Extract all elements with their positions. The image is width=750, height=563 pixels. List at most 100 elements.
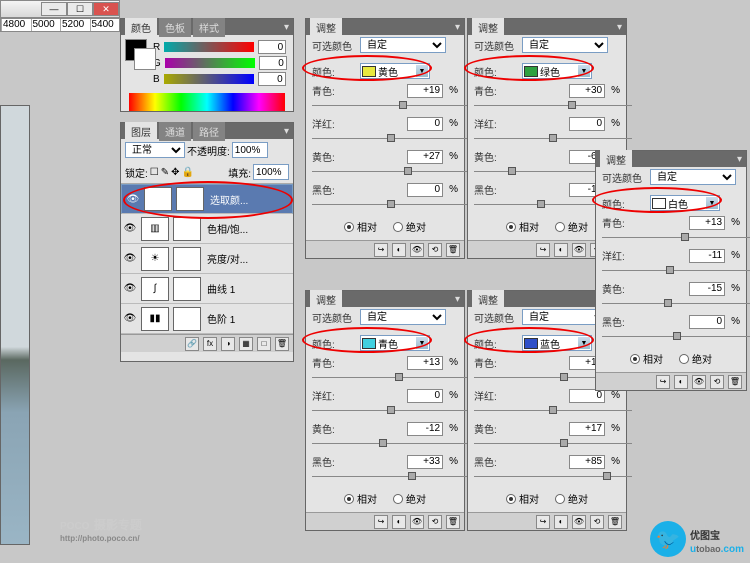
panel-menu-icon[interactable]: ▾ (737, 154, 742, 165)
param-input[interactable] (689, 315, 725, 329)
lock-move-icon[interactable]: ✥ (171, 167, 179, 178)
param-slider[interactable] (474, 405, 632, 415)
param-slider[interactable] (312, 133, 470, 143)
opacity-input[interactable] (232, 142, 268, 158)
adj-footer-icon[interactable]: ◐ (392, 243, 406, 257)
param-slider[interactable] (312, 438, 470, 448)
tab-adjustments[interactable]: 调整 (310, 290, 342, 309)
layer-mask[interactable] (176, 187, 204, 211)
adj-footer-icon[interactable]: 👁 (572, 515, 586, 529)
adj-footer-icon[interactable]: ↪ (656, 375, 670, 389)
param-input[interactable] (407, 84, 443, 98)
adj-footer-icon[interactable]: ◐ (554, 515, 568, 529)
absolute-radio[interactable]: 绝对 (555, 491, 588, 506)
adj-footer-icon[interactable]: ↪ (374, 243, 388, 257)
layer-item[interactable]: 👁 ▮▮ 色阶 1 (121, 304, 293, 334)
adj-footer-icon[interactable]: 👁 (572, 243, 586, 257)
layers-footer-icon[interactable]: □ (257, 337, 271, 351)
adj-footer-icon[interactable]: 👁 (410, 515, 424, 529)
layer-mask[interactable] (173, 277, 201, 301)
lock-paint-icon[interactable]: ✎ (161, 167, 169, 178)
tab-color[interactable]: 颜色 (125, 18, 157, 37)
param-slider[interactable] (312, 471, 470, 481)
visibility-icon[interactable]: 👁 (121, 223, 139, 234)
blend-mode-select[interactable]: 正常 (125, 142, 185, 158)
preset-select[interactable]: 自定 (360, 309, 446, 325)
tab-adjustments[interactable]: 调整 (600, 150, 632, 169)
panel-menu-icon[interactable]: ▾ (284, 126, 289, 137)
adj-footer-icon[interactable]: 👁 (410, 243, 424, 257)
absolute-radio[interactable]: 绝对 (555, 219, 588, 234)
tab-styles[interactable]: 样式 (193, 18, 225, 37)
layer-item[interactable]: 👁 ∫ 曲线 1 (121, 274, 293, 304)
adj-footer-icon[interactable]: ↪ (536, 243, 550, 257)
r-slider[interactable] (164, 42, 254, 52)
panel-menu-icon[interactable]: ▾ (455, 22, 460, 33)
lock-all-icon[interactable]: 🔒 (182, 167, 194, 178)
absolute-radio[interactable]: 绝对 (679, 351, 712, 366)
layer-item[interactable]: 👁 ▥ 色相/饱... (121, 214, 293, 244)
param-slider[interactable] (312, 166, 470, 176)
adj-footer-icon[interactable]: ⟲ (428, 243, 442, 257)
adj-footer-icon[interactable]: ⟲ (710, 375, 724, 389)
visibility-icon[interactable]: 👁 (121, 283, 139, 294)
relative-radio[interactable]: 相对 (630, 351, 663, 366)
adj-footer-icon[interactable]: 👁 (692, 375, 706, 389)
color-select[interactable]: 青色▼ (360, 335, 430, 351)
relative-radio[interactable]: 相对 (344, 491, 377, 506)
preset-select[interactable]: 自定 (522, 37, 608, 53)
param-slider[interactable] (474, 438, 632, 448)
param-input[interactable] (569, 422, 605, 436)
g-slider[interactable] (165, 58, 255, 68)
param-slider[interactable] (312, 405, 470, 415)
param-input[interactable] (569, 84, 605, 98)
close-button[interactable]: ✕ (93, 2, 119, 16)
param-input[interactable] (569, 117, 605, 131)
foreground-color[interactable] (125, 39, 147, 61)
relative-radio[interactable]: 相对 (344, 219, 377, 234)
adj-footer-icon[interactable]: ⟲ (428, 515, 442, 529)
relative-radio[interactable]: 相对 (506, 491, 539, 506)
color-select[interactable]: 绿色▼ (522, 63, 592, 79)
adj-footer-icon[interactable]: ⟲ (590, 515, 604, 529)
param-slider[interactable] (312, 100, 470, 110)
layer-item[interactable]: 👁 ◣ 选取颜... (121, 184, 293, 214)
tab-adjustments[interactable]: 调整 (472, 290, 504, 309)
absolute-radio[interactable]: 绝对 (393, 219, 426, 234)
param-input[interactable] (407, 183, 443, 197)
param-slider[interactable] (602, 298, 750, 308)
param-slider[interactable] (312, 199, 470, 209)
panel-menu-icon[interactable]: ▾ (284, 22, 289, 33)
param-input[interactable] (407, 150, 443, 164)
visibility-icon[interactable]: 👁 (124, 194, 142, 205)
param-input[interactable] (689, 249, 725, 263)
visibility-icon[interactable]: 👁 (121, 313, 139, 324)
relative-radio[interactable]: 相对 (506, 219, 539, 234)
param-slider[interactable] (312, 372, 470, 382)
b-slider[interactable] (164, 74, 254, 84)
param-input[interactable] (407, 356, 443, 370)
param-slider[interactable] (602, 265, 750, 275)
param-input[interactable] (407, 117, 443, 131)
param-input[interactable] (689, 216, 725, 230)
g-input[interactable] (259, 56, 287, 70)
layers-footer-icon[interactable]: fx (203, 337, 217, 351)
param-slider[interactable] (474, 100, 632, 110)
layers-footer-icon[interactable]: ◑ (221, 337, 235, 351)
b-input[interactable] (258, 72, 286, 86)
color-select[interactable]: 白色▼ (650, 195, 720, 211)
param-input[interactable] (407, 389, 443, 403)
preset-select[interactable]: 自定 (650, 169, 736, 185)
param-input[interactable] (407, 455, 443, 469)
fill-input[interactable] (253, 164, 289, 180)
adj-footer-icon[interactable]: ↪ (536, 515, 550, 529)
layers-footer-icon[interactable]: 🗑 (275, 337, 289, 351)
panel-menu-icon[interactable]: ▾ (617, 22, 622, 33)
minimize-button[interactable]: — (41, 2, 67, 16)
adj-footer-icon[interactable]: ↪ (374, 515, 388, 529)
param-slider[interactable] (602, 232, 750, 242)
adj-footer-icon[interactable]: 🗑 (446, 515, 460, 529)
layer-item[interactable]: 👁 ☀ 亮度/对... (121, 244, 293, 274)
panel-menu-icon[interactable]: ▾ (455, 294, 460, 305)
lock-pixels-icon[interactable]: ☐ (150, 167, 159, 178)
